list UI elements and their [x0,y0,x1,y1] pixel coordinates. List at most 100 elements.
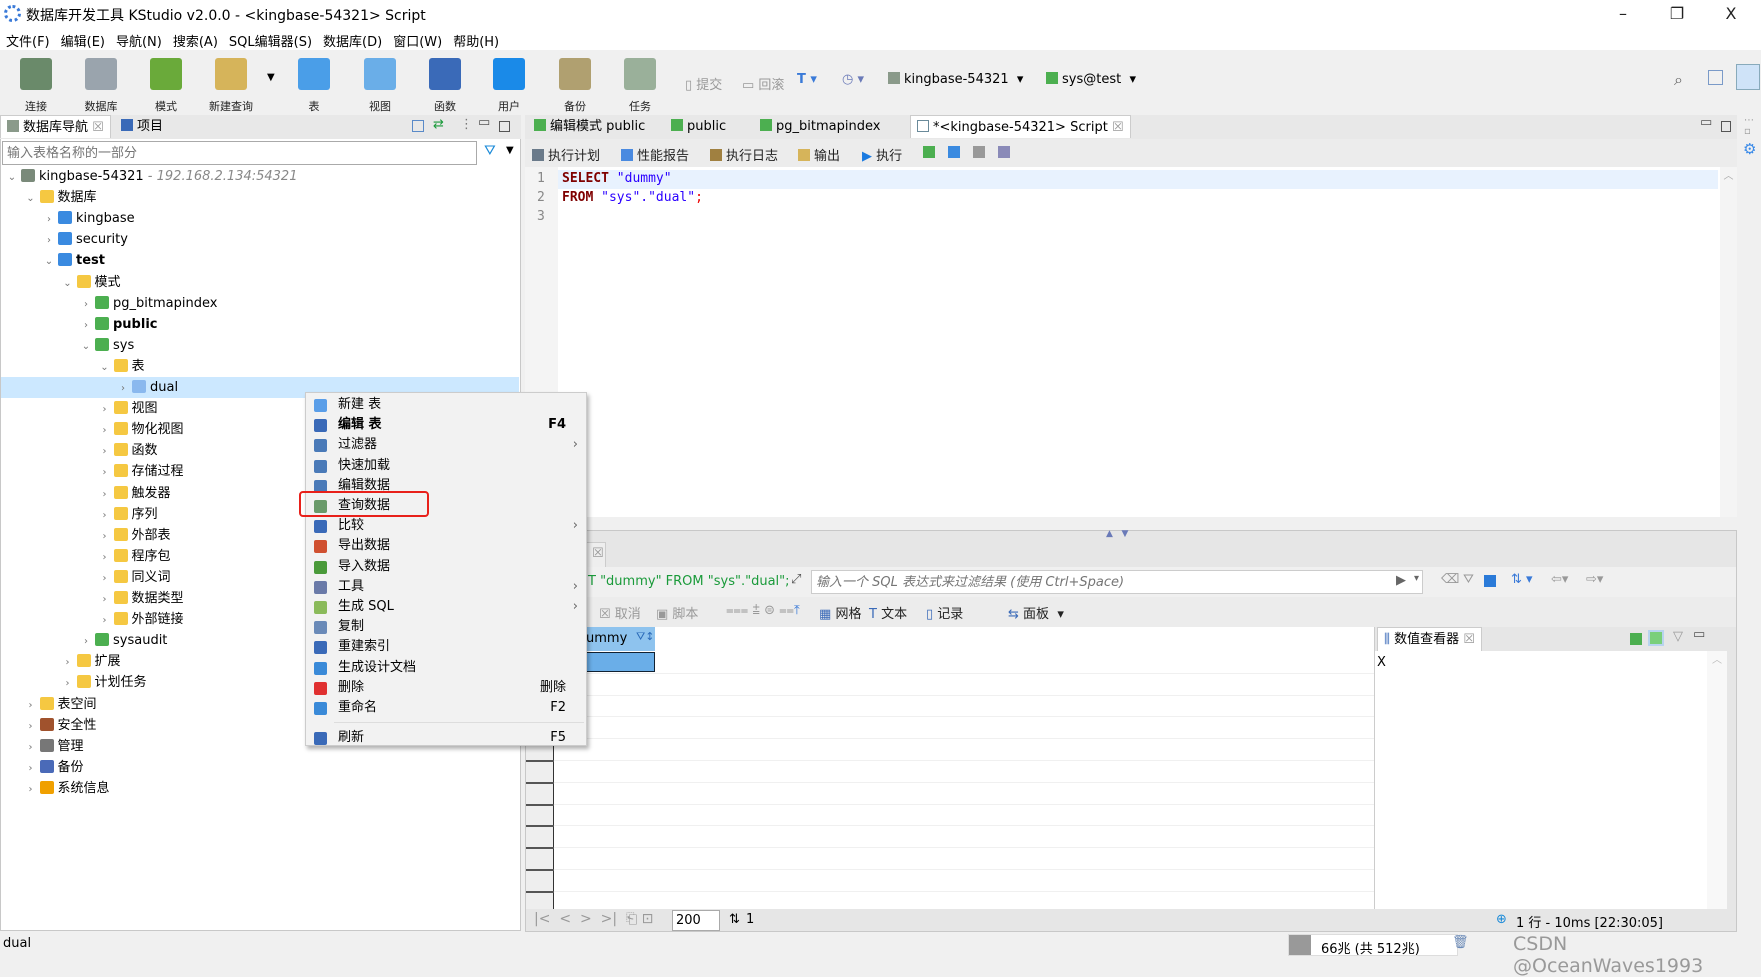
chevron-down-icon[interactable]: ⌄ [61,273,75,294]
filter-dropdown-icon[interactable]: ▼ [506,145,514,156]
tree-item[interactable]: › security [1,229,519,250]
chevron-right-icon[interactable]: › [98,462,112,483]
menu-database[interactable]: 数据库(D) [317,28,387,50]
menu-item[interactable]: 复制 [306,617,586,637]
restore-icon[interactable]: ⋯ ▫ [1744,115,1761,137]
menu-file[interactable]: 文件(F) [0,28,55,50]
page-size-input[interactable] [672,910,720,931]
link-editor-icon[interactable]: ⇄ [433,117,444,132]
restore-up-icon[interactable]: ▲ ▼ [1106,529,1128,539]
commit-button[interactable]: ▯ 提交 [685,74,722,93]
chevron-right-icon[interactable]: › [98,505,112,526]
text-view-button[interactable]: T 文本 [869,603,907,622]
menu-item[interactable]: 重建索引 [306,637,586,657]
tree-item[interactable]: ⌄ sys [1,335,519,356]
garbage-collect-icon[interactable]: 🗑 [1452,935,1469,950]
chevron-right-icon[interactable]: › [98,547,112,568]
tab-pg-bitmapindex[interactable]: pg_bitmapindex [754,115,886,138]
menu-item[interactable]: 生成设计文档 [306,658,586,678]
search-icon[interactable]: ⌕ [1674,70,1683,90]
results-grid[interactable]: ummy ⛛↕ [526,627,1374,915]
transaction-mode-icon[interactable]: T ▾ [797,72,817,87]
result-filter-input[interactable] [811,570,1423,594]
toolbar-table-button[interactable]: 表 [284,58,344,114]
chevron-right-icon[interactable]: › [24,737,38,758]
chevron-right-icon[interactable]: › [116,378,130,399]
chevron-down-icon[interactable]: ⌄ [24,188,38,209]
tree-item[interactable]: ⌄ 数据库 [1,187,519,208]
chevron-right-icon[interactable]: › [98,399,112,420]
chevron-right-icon[interactable]: › [98,484,112,505]
toolbar-view-button[interactable]: 视图 [350,58,410,114]
comment-icon[interactable] [973,146,985,158]
menu-item[interactable]: 快速加载 [306,456,586,476]
chevron-right-icon[interactable]: › [24,758,38,779]
toolbar-backup-button[interactable]: 备份 [545,58,605,114]
back-icon[interactable]: ⇦▾ [1551,572,1568,587]
tree-item[interactable]: ⌄ kingbase-54321 - 192.168.2.134:54321 [1,166,519,187]
execution-log-button[interactable]: 执行日志 [710,145,778,164]
auto-save-icon[interactable] [1648,630,1664,646]
tab-edit-schema-public[interactable]: 编辑模式 public [528,115,651,138]
minimize-panel-icon[interactable]: ▭ [478,115,490,130]
collapse-all-icon[interactable] [412,120,424,132]
chevron-right-icon[interactable]: › [61,673,75,694]
performance-report-button[interactable]: 性能报告 [621,145,689,164]
explain-plan-button[interactable]: 执行计划 [532,145,600,164]
kingbase-perspective-icon[interactable] [1736,64,1760,90]
clear-filter-icon[interactable]: ⌫ [1441,572,1459,587]
apply-filter-icon[interactable]: ▶ [1396,573,1406,588]
tree-item[interactable]: ⌄ test [1,250,519,271]
menu-search[interactable]: 搜索(A) [167,28,223,50]
menu-sql-editor[interactable]: SQL编辑器(S) [223,28,317,50]
tree-item[interactable]: › 备份 [1,757,519,778]
row-actions-icons[interactable]: ⩶ ⩲ ⊜ ⩵ [726,603,794,618]
value-text[interactable]: X [1377,655,1386,670]
perspective-icon[interactable] [1708,70,1723,85]
close-icon[interactable]: ☒ [1112,120,1124,135]
chevron-right-icon[interactable]: › [42,230,56,251]
toolbar-new-query-button[interactable]: 新建查询 [201,58,261,114]
chevron-right-icon[interactable]: › [24,695,38,716]
menu-item[interactable]: 比较 › [306,516,586,536]
view-menu-icon[interactable]: ⋮ [460,117,473,132]
expand-filter-icon[interactable]: ⤢ [791,572,801,587]
close-button[interactable]: X [1708,2,1754,26]
code-icon[interactable] [948,146,960,158]
table-filter-input[interactable] [2,141,477,165]
chevron-right-icon[interactable]: › [24,716,38,737]
tree-item[interactable]: › kingbase [1,208,519,229]
refresh-results-icon[interactable]: ⇅ ▾ [1511,572,1533,587]
chevron-right-icon[interactable]: › [98,589,112,610]
toolbar-connect-button[interactable]: 连接 [6,58,66,114]
chevron-right-icon[interactable]: › [42,209,56,230]
export-icon[interactable]: ⤒ [794,603,800,618]
settings-gear-icon[interactable]: ⚙ [1743,140,1756,158]
toolbar-schema-button[interactable]: 模式 [136,58,196,114]
save-icon[interactable] [1630,633,1642,645]
tab-projects[interactable]: 项目 [115,115,169,138]
close-icon[interactable]: ☒ [592,546,604,561]
menu-item[interactable]: 新建 表 [306,395,586,415]
tab-public[interactable]: public [665,115,732,138]
edit-icon[interactable] [998,146,1010,158]
chevron-right-icon[interactable]: › [24,779,38,800]
tab-value-viewer[interactable]: ⫼ 数值查看器 ☒ [1377,627,1482,651]
maximize-panel-icon[interactable] [499,121,510,132]
tree-item[interactable]: › pg_bitmapindex [1,293,519,314]
output-button[interactable]: 输出 [798,145,840,164]
toolbar-task-button[interactable]: 任务 [610,58,670,114]
menu-item[interactable]: 生成 SQL › [306,597,586,617]
new-query-dropdown-icon[interactable]: ▼ [267,72,275,83]
menu-help[interactable]: 帮助(H) [447,28,504,50]
data-settings-icon[interactable] [1484,575,1496,587]
chevron-right-icon[interactable]: › [98,610,112,631]
restore-button[interactable]: ❐ [1654,2,1700,26]
schema-selector[interactable]: sys@test ▾ [1046,72,1136,87]
minimize-icon[interactable]: ▭ [1693,627,1705,642]
close-icon[interactable]: ☒ [92,120,104,135]
chevron-right-icon[interactable]: › [61,652,75,673]
chevron-right-icon[interactable]: › [79,631,93,652]
connection-selector[interactable]: kingbase-54321 ▾ [888,72,1023,87]
panels-button[interactable]: ⇆ 面板 ▾ [1008,603,1064,622]
